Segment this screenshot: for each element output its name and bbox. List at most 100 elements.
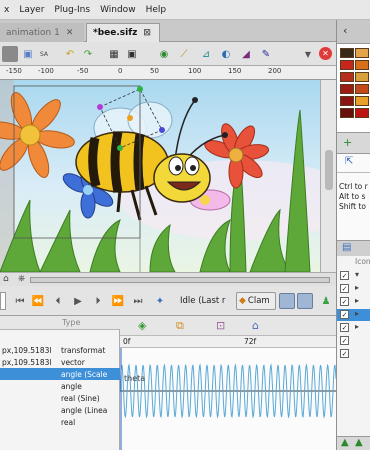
sound-icon[interactable]: ⊡ (216, 319, 225, 332)
param-row[interactable]: angle (Scale (0, 368, 120, 380)
layer-row[interactable]: ✓ (337, 348, 370, 360)
time-zoom-icon[interactable]: ⌂ (3, 274, 9, 284)
sketch-icon[interactable]: ✎ (258, 46, 274, 62)
redo-icon[interactable]: ↷ (80, 46, 96, 62)
param-value[interactable]: px,109.5183l (0, 346, 58, 355)
animation-mode-icon[interactable]: ✦ (154, 295, 166, 307)
expander-icon[interactable]: ▸ (355, 283, 359, 292)
play-icon[interactable]: ▶ (72, 295, 84, 307)
layer-visibility-checkbox[interactable]: ✓ (340, 323, 349, 332)
keyframes-icon[interactable]: ◈ (138, 319, 146, 332)
expander-icon[interactable]: ▸ (355, 309, 359, 318)
param-row[interactable]: angle (Linea (0, 404, 120, 416)
curves-panel[interactable]: ◈ ⧉ ⊡ ⌂ 0f 72f theta (120, 316, 336, 450)
tab-bee[interactable]: *bee.sifz ⊠ (86, 23, 160, 42)
expander-icon[interactable]: ▸ (355, 322, 359, 331)
undo-icon[interactable]: ↶ (62, 46, 78, 62)
close-icon[interactable]: ✕ (66, 28, 74, 38)
next-frame-icon[interactable]: ⏵ (92, 295, 104, 307)
layer-visibility-checkbox[interactable]: ✓ (340, 310, 349, 319)
layer-row[interactable]: ✓ (337, 335, 370, 347)
param-row[interactable]: real (0, 416, 120, 428)
param-row[interactable]: px,109.5183l transformat (0, 344, 120, 356)
prev-keyframe-icon[interactable]: ⏪ (32, 295, 44, 307)
library-icon[interactable]: ⌂ (252, 319, 259, 332)
layer-row[interactable]: ✓ ▸ (337, 296, 370, 308)
draw-icon[interactable]: ◢ (238, 46, 254, 62)
param-value[interactable]: px,109.5183l (0, 358, 58, 367)
palette-swatch[interactable] (340, 48, 354, 58)
palette-swatch[interactable] (340, 60, 354, 70)
param-row[interactable]: real (Sine) (0, 392, 120, 404)
add-color-icon[interactable]: + (343, 136, 352, 149)
layer-visibility-checkbox[interactable]: ✓ (340, 284, 349, 293)
save-all-icon[interactable]: SA (36, 46, 52, 62)
params-header: Type (0, 316, 120, 330)
shift-hint: Shift to (339, 202, 366, 211)
next-keyframe-icon[interactable]: ⏩ (112, 295, 124, 307)
menu-help[interactable]: Help (142, 5, 173, 15)
grid-snap-icon[interactable]: ⊿ (198, 46, 214, 62)
menu-plugins[interactable]: Plug-Ins (50, 5, 96, 15)
param-row[interactable]: px,109.5183l vector (0, 356, 120, 368)
palette-swatch[interactable] (355, 96, 369, 106)
graphs-icon[interactable]: ⧉ (176, 319, 184, 333)
time-settings-icon[interactable]: ⎈ (18, 274, 25, 284)
palette-swatch[interactable] (340, 96, 354, 106)
keyframe-lock-future-icon[interactable] (297, 293, 313, 309)
prev-frame-icon[interactable]: ⏴ (52, 295, 64, 307)
canvas-toolbar: ▣ SA ↶ ↷ ▦ ▣ ◉ ⟋ ⊿ ◐ ◢ ✎ ▼ ✕ (0, 42, 336, 66)
save-as-icon[interactable]: ▣ (20, 46, 36, 62)
palette-swatch[interactable] (355, 48, 369, 58)
palette-swatch[interactable] (355, 60, 369, 70)
tab-animation-1[interactable]: animation 1 ✕ (0, 23, 84, 42)
menu-window[interactable]: Window (96, 5, 142, 15)
layer-row[interactable]: ✓ ▸ (337, 283, 370, 295)
render-icon[interactable]: ▦ (106, 46, 122, 62)
layer-visibility-checkbox[interactable]: ✓ (340, 336, 349, 345)
palette-swatch[interactable] (340, 108, 354, 118)
stop-render-icon[interactable]: ✕ (319, 47, 332, 60)
tab-label: animation 1 (6, 27, 60, 38)
sine-curve-graph[interactable] (120, 348, 336, 450)
chevron-left-icon[interactable]: ‹ (343, 24, 347, 37)
palette-swatch[interactable] (340, 72, 354, 82)
scroll-thumb[interactable] (325, 150, 333, 190)
save-icon[interactable] (2, 46, 18, 62)
layer-visibility-checkbox[interactable]: ✓ (340, 297, 349, 306)
lower-layer-icon[interactable]: ▲ (355, 437, 363, 448)
layers-icon[interactable]: ▤ (342, 242, 351, 253)
onion-figure-icon[interactable]: ♟ (320, 295, 332, 307)
layer-visibility-checkbox[interactable]: ✓ (340, 349, 349, 358)
keyframe-lock-past-icon[interactable] (279, 293, 295, 309)
onion-skin-icon[interactable]: ◉ (156, 46, 172, 62)
chevron-down-icon[interactable]: ▼ (300, 46, 316, 62)
palette-swatch[interactable] (355, 108, 369, 118)
param-row[interactable]: angle (0, 380, 120, 392)
close-icon[interactable]: ⊠ (143, 28, 151, 38)
canvas-area[interactable] (0, 80, 320, 272)
seek-begin-icon[interactable]: ⏮ (14, 295, 26, 307)
menu-layer[interactable]: Layer (15, 5, 50, 15)
layer-row[interactable]: ✓ ▾ (337, 270, 370, 282)
transform-tool-icon[interactable]: ⇱ (345, 156, 353, 167)
layer-row[interactable]: ✓ ▸ (337, 322, 370, 334)
interpolation-select[interactable]: ◆ Clam (236, 292, 276, 310)
expander-icon[interactable]: ▸ (355, 296, 359, 305)
preview-icon[interactable]: ▣ (124, 46, 140, 62)
frame-field[interactable] (0, 292, 6, 310)
time-seek-bar[interactable]: ⌂ ⎈ (0, 272, 336, 286)
guide-icon[interactable]: ◐ (218, 46, 234, 62)
time-slider[interactable] (30, 277, 330, 283)
layer-row[interactable]: ✓ ▸ (337, 309, 370, 321)
seek-end-icon[interactable]: ⏭ (132, 295, 144, 307)
raise-layer-icon[interactable]: ▲ (341, 437, 349, 448)
expander-icon[interactable]: ▾ (355, 270, 359, 279)
grid-show-icon[interactable]: ⟋ (176, 46, 192, 62)
palette-swatch[interactable] (355, 72, 369, 82)
layer-visibility-checkbox[interactable]: ✓ (340, 271, 349, 280)
menu-toolbox[interactable]: x (0, 5, 15, 15)
canvas-vertical-scrollbar[interactable] (320, 80, 336, 272)
palette-swatch[interactable] (355, 84, 369, 94)
palette-swatch[interactable] (340, 84, 354, 94)
